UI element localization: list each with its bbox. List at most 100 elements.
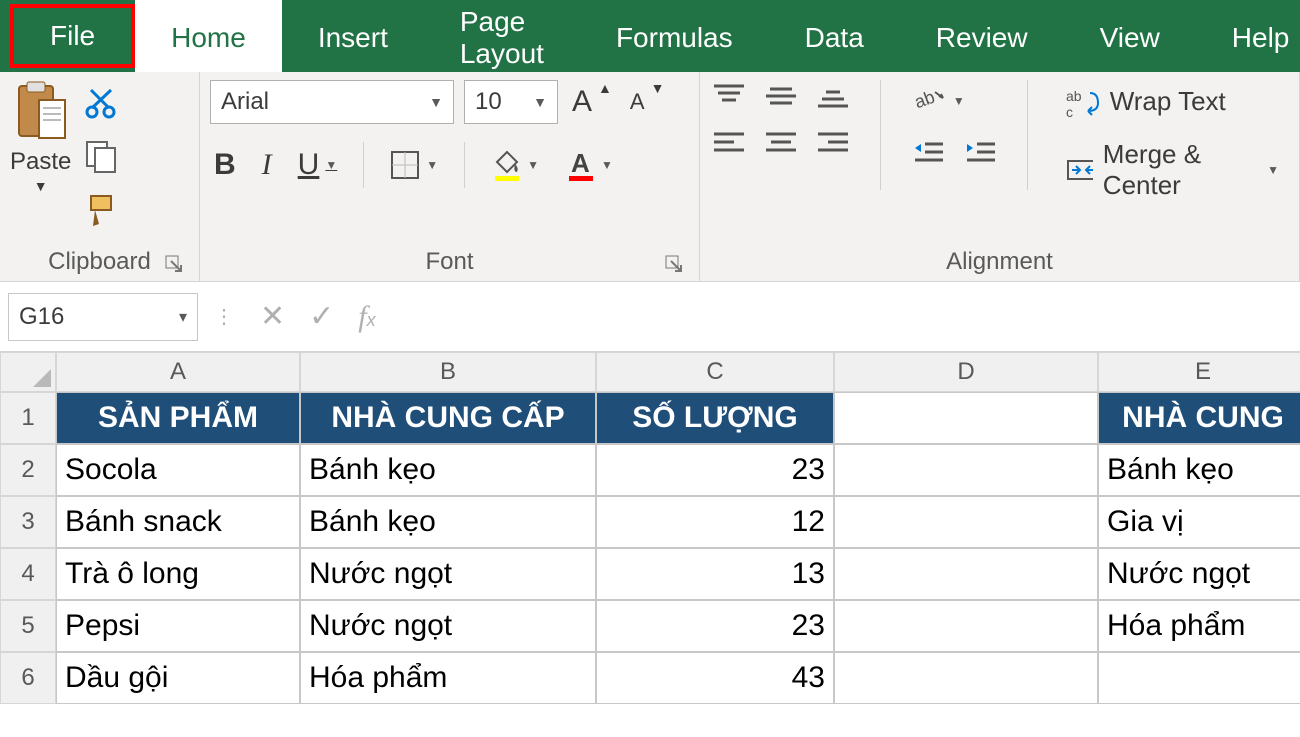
- paint-bucket-icon: [491, 148, 521, 182]
- cell[interactable]: [834, 392, 1098, 444]
- merge-center-button[interactable]: Merge & Center ▼: [1056, 133, 1289, 207]
- decrease-indent-button[interactable]: [909, 136, 947, 170]
- cell[interactable]: Bánh kẹo: [300, 496, 596, 548]
- align-top-button[interactable]: [710, 80, 748, 112]
- cell[interactable]: 43: [596, 652, 834, 704]
- col-header[interactable]: B: [300, 352, 596, 392]
- tab-view[interactable]: View: [1064, 0, 1196, 72]
- formula-input[interactable]: [394, 293, 1300, 341]
- cell[interactable]: NHÀ CUNG: [1098, 392, 1300, 444]
- increase-font-button[interactable]: A▲: [568, 81, 616, 123]
- scissors-icon: [83, 86, 119, 122]
- spreadsheet-grid: 1 2 3 4 5 6 A B C D E SẢN PHẨM NHÀ CUNG …: [0, 352, 1300, 704]
- cell[interactable]: Gia vị: [1098, 496, 1300, 548]
- font-name-combo[interactable]: Arial ▼: [210, 80, 454, 124]
- tab-home[interactable]: Home: [135, 0, 282, 72]
- cell[interactable]: Hóa phẩm: [300, 652, 596, 704]
- cell[interactable]: [834, 548, 1098, 600]
- chevron-down-icon: ▼: [1267, 163, 1279, 177]
- cell[interactable]: NHÀ CUNG CẤP: [300, 392, 596, 444]
- tab-insert[interactable]: Insert: [282, 0, 424, 72]
- wrap-text-button[interactable]: abc Wrap Text: [1056, 80, 1289, 123]
- cell[interactable]: Bánh snack: [56, 496, 300, 548]
- paste-button[interactable]: Paste ▼: [10, 80, 71, 194]
- cell[interactable]: Bánh kẹo: [1098, 444, 1300, 496]
- cell[interactable]: Trà ô long: [56, 548, 300, 600]
- svg-text:A: A: [571, 148, 590, 178]
- font-size-value: 10: [475, 88, 502, 116]
- cell[interactable]: Pepsi: [56, 600, 300, 652]
- fill-color-button[interactable]: ▼: [487, 144, 543, 186]
- font-launcher[interactable]: [665, 255, 683, 273]
- insert-function-button[interactable]: fx: [358, 300, 375, 334]
- cell[interactable]: Nước ngọt: [300, 600, 596, 652]
- chevron-down-icon: ▼: [601, 158, 613, 172]
- cell[interactable]: Hóa phẩm: [1098, 600, 1300, 652]
- col-header[interactable]: E: [1098, 352, 1300, 392]
- cell[interactable]: Dầu gội: [56, 652, 300, 704]
- paste-label: Paste: [10, 148, 71, 176]
- cell[interactable]: SỐ LƯỢNG: [596, 392, 834, 444]
- borders-button[interactable]: ▼: [386, 146, 442, 184]
- clipboard-launcher[interactable]: [165, 255, 183, 273]
- formula-bar: G16 ▾ ⋮ ✕ ✓ fx: [0, 282, 1300, 352]
- cell[interactable]: 23: [596, 600, 834, 652]
- col-header[interactable]: D: [834, 352, 1098, 392]
- cell[interactable]: Bánh kẹo: [300, 444, 596, 496]
- cell[interactable]: [834, 496, 1098, 548]
- copy-button[interactable]: [83, 138, 123, 174]
- cell[interactable]: Nước ngọt: [1098, 548, 1300, 600]
- cut-button[interactable]: [83, 86, 123, 122]
- col-header[interactable]: A: [56, 352, 300, 392]
- cell[interactable]: [1098, 652, 1300, 704]
- align-center-button[interactable]: [762, 126, 800, 158]
- align-bottom-button[interactable]: [814, 80, 852, 112]
- row-header[interactable]: 2: [0, 444, 56, 496]
- tab-review[interactable]: Review: [900, 0, 1064, 72]
- group-label-alignment: Alignment: [946, 248, 1053, 276]
- increase-indent-button[interactable]: [961, 136, 999, 170]
- align-middle-button[interactable]: [762, 80, 800, 112]
- orientation-button[interactable]: ab ▼: [909, 80, 999, 122]
- cell[interactable]: 12: [596, 496, 834, 548]
- select-all-corner[interactable]: [0, 352, 56, 392]
- enter-formula-button[interactable]: ✓: [309, 299, 334, 334]
- row-header[interactable]: 3: [0, 496, 56, 548]
- row-header[interactable]: 4: [0, 548, 56, 600]
- italic-button[interactable]: I: [258, 144, 276, 186]
- cell[interactable]: 13: [596, 548, 834, 600]
- name-box[interactable]: G16 ▾: [8, 293, 198, 341]
- tab-file[interactable]: File: [10, 4, 135, 68]
- tab-page-layout[interactable]: Page Layout: [424, 0, 580, 72]
- align-right-icon: [818, 130, 848, 154]
- format-painter-button[interactable]: [83, 190, 123, 230]
- chevron-down-icon[interactable]: ▼: [34, 178, 48, 194]
- cell[interactable]: [834, 600, 1098, 652]
- cell[interactable]: 23: [596, 444, 834, 496]
- align-left-button[interactable]: [710, 126, 748, 158]
- decrease-font-button[interactable]: A▼: [626, 85, 669, 119]
- chevron-down-icon: ▾: [179, 307, 187, 327]
- bold-button[interactable]: B: [210, 144, 240, 186]
- underline-button[interactable]: U ▼: [294, 144, 342, 186]
- font-color-button[interactable]: A ▼: [561, 144, 617, 186]
- cell[interactable]: SẢN PHẨM: [56, 392, 300, 444]
- row-header[interactable]: 6: [0, 652, 56, 704]
- font-size-combo[interactable]: 10 ▼: [464, 80, 558, 124]
- tab-data[interactable]: Data: [769, 0, 900, 72]
- row-header[interactable]: 5: [0, 600, 56, 652]
- cell[interactable]: Nước ngọt: [300, 548, 596, 600]
- name-box-value: G16: [19, 303, 64, 331]
- align-bottom-icon: [818, 84, 848, 108]
- cell[interactable]: [834, 444, 1098, 496]
- col-header[interactable]: C: [596, 352, 834, 392]
- fn-expand[interactable]: ⋮: [206, 304, 242, 329]
- align-right-button[interactable]: [814, 126, 852, 158]
- cell[interactable]: Socola: [56, 444, 300, 496]
- cancel-formula-button[interactable]: ✕: [260, 299, 285, 334]
- row-header[interactable]: 1: [0, 392, 56, 444]
- tab-formulas[interactable]: Formulas: [580, 0, 769, 72]
- group-alignment: ab ▼ abc Wrap Text Merge & Center ▼: [700, 72, 1300, 281]
- tab-help[interactable]: Help: [1196, 0, 1300, 72]
- cell[interactable]: [834, 652, 1098, 704]
